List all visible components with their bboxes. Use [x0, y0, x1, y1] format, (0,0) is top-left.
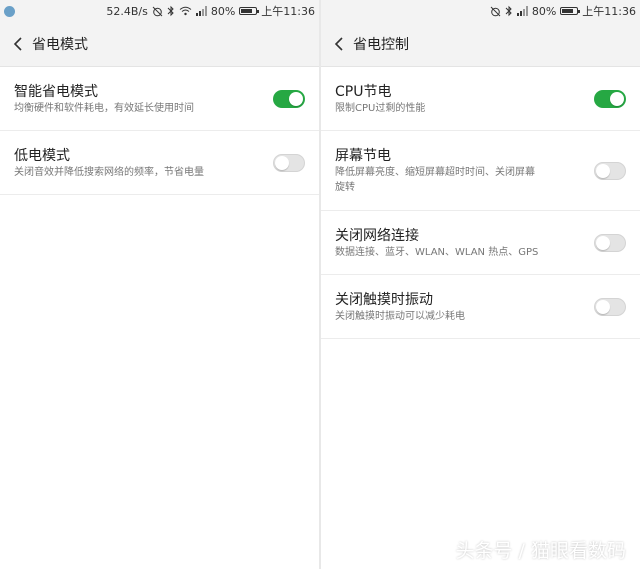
page-title: 省电模式	[32, 37, 88, 53]
watermark: 头条号 / 猫眼看数码	[455, 540, 626, 562]
header: 省电模式	[0, 22, 319, 67]
setting-description-line1: 降低屏幕亮度、缩短屏幕超时时间、关闭屏幕	[335, 167, 535, 178]
low-power-toggle[interactable]	[273, 154, 305, 172]
toggle-knob	[275, 156, 289, 170]
network-speed: 52.4B/s	[106, 4, 148, 18]
clock: 上午11:36	[582, 5, 636, 18]
alarm-off-icon	[152, 6, 163, 17]
smart-saving-toggle[interactable]	[273, 90, 305, 108]
toggle-knob	[289, 92, 303, 106]
setting-title: 关闭网络连接	[335, 228, 419, 244]
page-title: 省电控制	[353, 37, 409, 53]
cpu-saving-toggle[interactable]	[594, 90, 626, 108]
setting-row-low-power[interactable]: 低电模式 关闭音效并降低搜索网络的频率，节省电量	[0, 131, 319, 195]
right-screen: 80% 上午11:36 省电控制 CPU节电 限制CPU过剩的性能 屏幕节电 降…	[321, 0, 640, 569]
toggle-knob	[610, 92, 624, 106]
wifi-icon	[179, 6, 192, 16]
setting-description: 均衡硬件和软件耗电，有效延长使用时间	[14, 103, 194, 114]
back-chevron-icon	[334, 37, 343, 51]
battery-icon	[560, 7, 581, 15]
setting-row-vibration[interactable]: 关闭触摸时振动 关闭触摸时振动可以减少耗电	[321, 275, 640, 339]
setting-title: CPU节电	[335, 84, 392, 100]
toggle-knob	[596, 164, 610, 178]
setting-description: 关闭音效并降低搜索网络的频率，节省电量	[14, 167, 204, 178]
alarm-off-icon	[490, 6, 501, 17]
status-bar: 80% 上午11:36	[321, 0, 640, 22]
setting-title: 关闭触摸时振动	[335, 292, 433, 308]
setting-description: 关闭触摸时振动可以减少耗电	[335, 311, 465, 322]
setting-row-network[interactable]: 关闭网络连接 数据连接、蓝牙、WLAN、WLAN 热点、GPS	[321, 211, 640, 275]
setting-description: 数据连接、蓝牙、WLAN、WLAN 热点、GPS	[335, 247, 539, 258]
setting-row-smart-saving[interactable]: 智能省电模式 均衡硬件和软件耗电，有效延长使用时间	[0, 67, 319, 131]
status-bar: 52.4B/s 80% 上午11:36	[0, 0, 319, 22]
clock: 上午11:36	[261, 5, 315, 18]
network-toggle[interactable]	[594, 234, 626, 252]
left-screen: 52.4B/s 80% 上午11:36 省电模式 智能省电模式 均衡硬件和软件耗…	[0, 0, 319, 569]
signal-icon	[516, 6, 528, 16]
setting-title: 智能省电模式	[14, 84, 98, 100]
signal-icon	[195, 6, 207, 16]
screen-saving-toggle[interactable]	[594, 162, 626, 180]
setting-title: 屏幕节电	[335, 148, 391, 164]
toggle-knob	[596, 236, 610, 250]
setting-description: 限制CPU过剩的性能	[335, 103, 426, 114]
bluetooth-icon	[505, 5, 513, 17]
battery-percent: 80%	[210, 4, 236, 18]
battery-icon	[239, 7, 260, 15]
vibration-toggle[interactable]	[594, 298, 626, 316]
toggle-knob	[596, 300, 610, 314]
header: 省电控制	[321, 22, 640, 67]
setting-title: 低电模式	[14, 148, 70, 164]
setting-row-screen[interactable]: 屏幕节电 降低屏幕亮度、缩短屏幕超时时间、关闭屏幕 旋转	[321, 131, 640, 211]
setting-description-line2: 旋转	[335, 182, 355, 193]
back-button[interactable]	[325, 22, 353, 66]
app-notification-icon	[4, 5, 15, 17]
setting-row-cpu[interactable]: CPU节电 限制CPU过剩的性能	[321, 67, 640, 131]
bluetooth-icon	[167, 5, 175, 17]
back-chevron-icon	[13, 37, 22, 51]
back-button[interactable]	[4, 22, 32, 66]
battery-percent: 80%	[531, 4, 557, 18]
